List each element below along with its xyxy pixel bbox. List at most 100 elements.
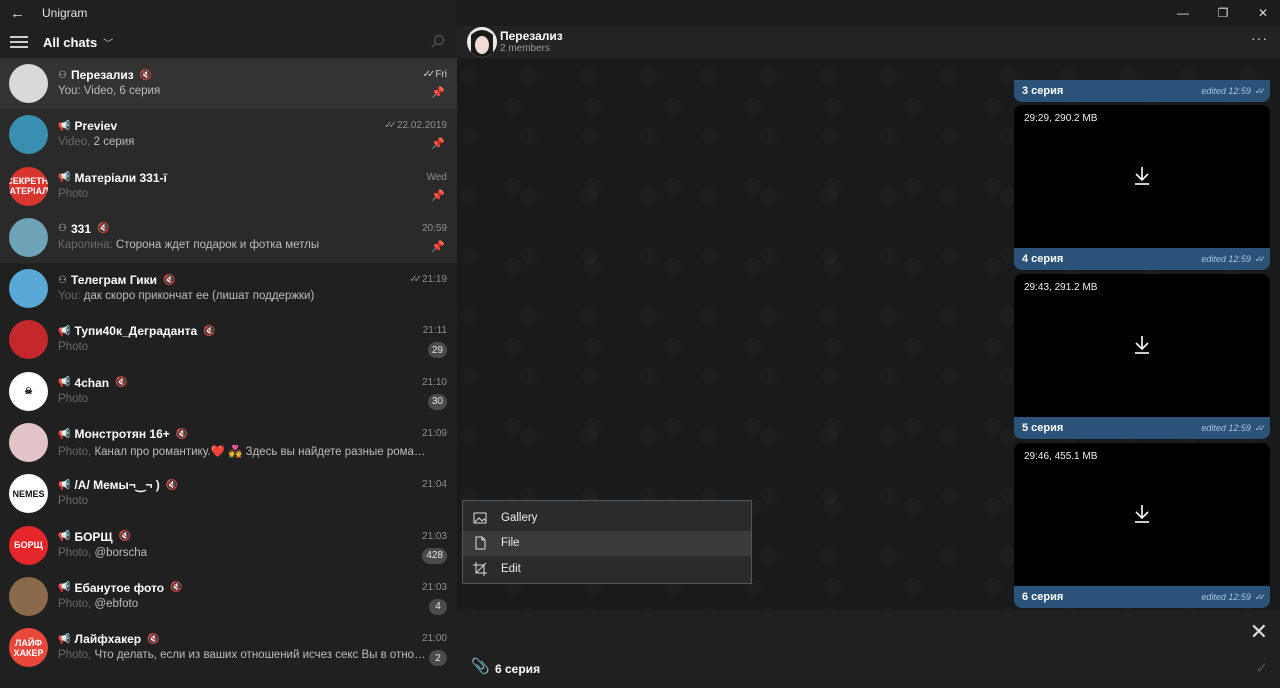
menu-item-gallery[interactable]: Gallery [463,505,751,531]
download-icon[interactable] [1132,165,1152,187]
download-icon[interactable] [1132,503,1152,525]
chat-time: 20:59 [422,223,447,234]
message-time: 12:59 [1228,254,1251,264]
preview-text: Сторона ждет подарок и фотка метлы [115,238,320,251]
timestamp: 21:00 [421,633,447,645]
message-time: 12:59 [1228,86,1251,96]
chat-title-line: 📢 Ебанутое фото 🔇 [58,581,183,595]
app-window: ← Unigram All chats ﹀ ⚇ Перезализ 🔇 You: Vi… [0,0,1280,688]
chat-list-item[interactable]: 📢 Тупи40к_Деграданта 🔇 Photo 21:11 29 [0,314,457,365]
chat-name: БОРЩ [74,529,113,544]
timestamp: 21:10 [421,376,447,388]
back-arrow-icon[interactable]: ← [10,5,30,22]
preview-text: You: Video, 6 серия [58,85,161,97]
hamburger-menu-icon[interactable] [10,36,28,48]
title-bar: ← Unigram [0,0,457,26]
send-check-icon[interactable]: ✓ [1255,659,1268,677]
pin-icon: 📌 [431,240,445,253]
channel-icon: 📢 [58,531,71,543]
timestamp: 21:04 [421,479,447,491]
chat-list-item[interactable]: СЕКРЕТНІ МАТЕРІАЛИ 📢Матеріали 331-ї Photo W… [0,160,457,212]
chat-preview: Photo [58,393,88,405]
message-meta: edited 12:59 ✓✓ [1201,86,1266,97]
pin-icon: 📌 [431,189,445,202]
read-checks-icon: ✓✓ [1254,592,1266,602]
chat-title-line: ⚇ Перезализ 🔇 [58,68,152,82]
muted-icon: 🔇 [203,325,216,337]
avatar[interactable] [467,27,497,57]
chat-preview: You: Video, 6 серия [58,85,160,97]
maximize-icon[interactable]: ❐ [1206,0,1240,26]
chat-preview: Photo, @ebfoto [58,598,138,610]
chat-list-item[interactable]: ⚇ 331 🔇 Каролина: Сторона ждет подарок и фо… [0,211,457,264]
video-caption: 5 серия edited 12:59 ✓✓ [1014,417,1270,439]
group-icon: ⚇ [58,274,67,286]
chat-list-item[interactable]: ☠ 📢 4chan 🔇 Photo 21:10 30 [0,366,457,417]
member-count: 2 members [500,43,551,54]
message-meta: edited 12:59 ✓✓ [1201,254,1266,265]
timestamp: 21:03 [421,581,447,593]
chat-name: Лайфхакер [74,632,142,647]
video-message[interactable]: 29:29, 290.2 MB [1014,105,1270,248]
message-input[interactable]: 6 серия [495,662,540,676]
preview-prefix: Photo [58,187,89,200]
video-caption: 6 серия edited 12:59 ✓✓ [1014,586,1270,608]
close-icon[interactable]: ✕ [1250,619,1268,645]
chat-title-line: 📢 Previev [58,119,117,133]
chat-header[interactable]: Перезализ 2 members ··· [457,26,1280,58]
caption-text: 4 серия [1022,253,1064,265]
chat-list-item[interactable]: ЛАЙФ ХАКЕР 📢 Лайфхакер 🔇 Photo, Что делать, … [0,622,457,673]
close-window-icon[interactable]: ✕ [1246,0,1280,26]
chat-list: ⚇ Перезализ 🔇 You: Video, 6 серия ✓✓ Fri 📌 📢 Pre… [0,58,457,674]
channel-icon: 📢 [58,582,71,594]
video-message[interactable]: 29:46, 455.1 MB [1014,443,1270,586]
more-options-icon[interactable]: ··· [1251,30,1268,46]
group-icon: ⚇ [58,69,67,81]
timestamp: 21:11 [422,325,447,337]
muted-icon: 🔇 [170,582,183,594]
message-time: 12:59 [1228,592,1251,602]
chat-list-item[interactable]: ⚇ Перезализ 🔇 You: Video, 6 серия ✓✓ Fri 📌 [0,58,457,110]
chat-list-item[interactable]: 📢 Монстротян 16+ 🔇 Photo, Канал про романти… [0,417,457,468]
chat-list-item[interactable]: 📢 Ебанутое фото 🔇 Photo, @ebfoto 21:03 4 [0,571,457,622]
timestamp: 21:03 [421,530,447,542]
chat-list-item[interactable]: БОРЩ 📢 БОРЩ 🔇 Photo, @borscha 21:03 428 [0,520,457,571]
composer: ✕ 📎 6 серия ✓ [457,611,1280,688]
menu-item-edit[interactable]: Edit [463,556,751,582]
search-icon[interactable] [431,34,445,48]
menu-item-file[interactable]: File [463,530,751,556]
group-icon: ⚇ [58,223,67,235]
message-meta: edited 12:59 ✓✓ [1201,592,1266,603]
chat-list-item[interactable]: NEMES 📢/A/ Мемы¬‿¬ ) 🔇 Photo 21:04 [0,468,457,519]
video-message[interactable]: 29:43, 291.2 MB [1014,274,1270,417]
preview-prefix: You: [58,290,84,303]
chat-time: 21:09 [422,428,447,439]
preview-text: дак скоро прикончат ее (лишат поддержки) [83,290,315,303]
preview-prefix: Video, [58,136,94,149]
attach-icon[interactable]: 📎 [471,657,490,675]
chat-title-line: 📢/A/ Мемы¬‿¬ ) 🔇 [58,478,178,492]
chat-time: 21:04 [422,479,447,490]
avatar: СЕКРЕТНІ МАТЕРІАЛИ [9,166,48,206]
chat-list-item[interactable]: 📢 Previev Video, 2 серия ✓✓ 22.02.2019 📌 [0,109,457,161]
menu-item-label: Edit [501,562,521,575]
preview-prefix: Каролина: [58,238,116,251]
timestamp: 21:09 [421,428,447,440]
chevron-down-icon[interactable]: ﹀ [103,35,113,50]
avatar [9,269,48,309]
chat-title-line: 📢 Тупи40к_Деграданта 🔇 [58,324,216,338]
unread-badge: 4 [429,598,447,615]
chat-filter-dropdown[interactable]: All chats [43,35,97,50]
preview-prefix: Photo [58,495,89,508]
download-icon[interactable] [1132,334,1152,356]
chat-list-item[interactable]: ⚇ Телеграм Гики 🔇 You: дак скоро прикончат … [0,263,457,314]
chat-title-line: 📢 Матеріали 331-ї [58,171,167,185]
edited-label: edited [1201,423,1226,433]
preview-text: @ebfoto [94,597,139,610]
avatar [9,320,48,360]
chat-title-line: 📢 БОРЩ 🔇 [58,530,131,544]
chat-preview: Photo [58,341,88,353]
avatar: ЛАЙФ ХАКЕР [9,628,48,668]
minimize-icon[interactable]: — [1166,0,1200,26]
video-info: 29:46, 455.1 MB [1024,451,1098,462]
